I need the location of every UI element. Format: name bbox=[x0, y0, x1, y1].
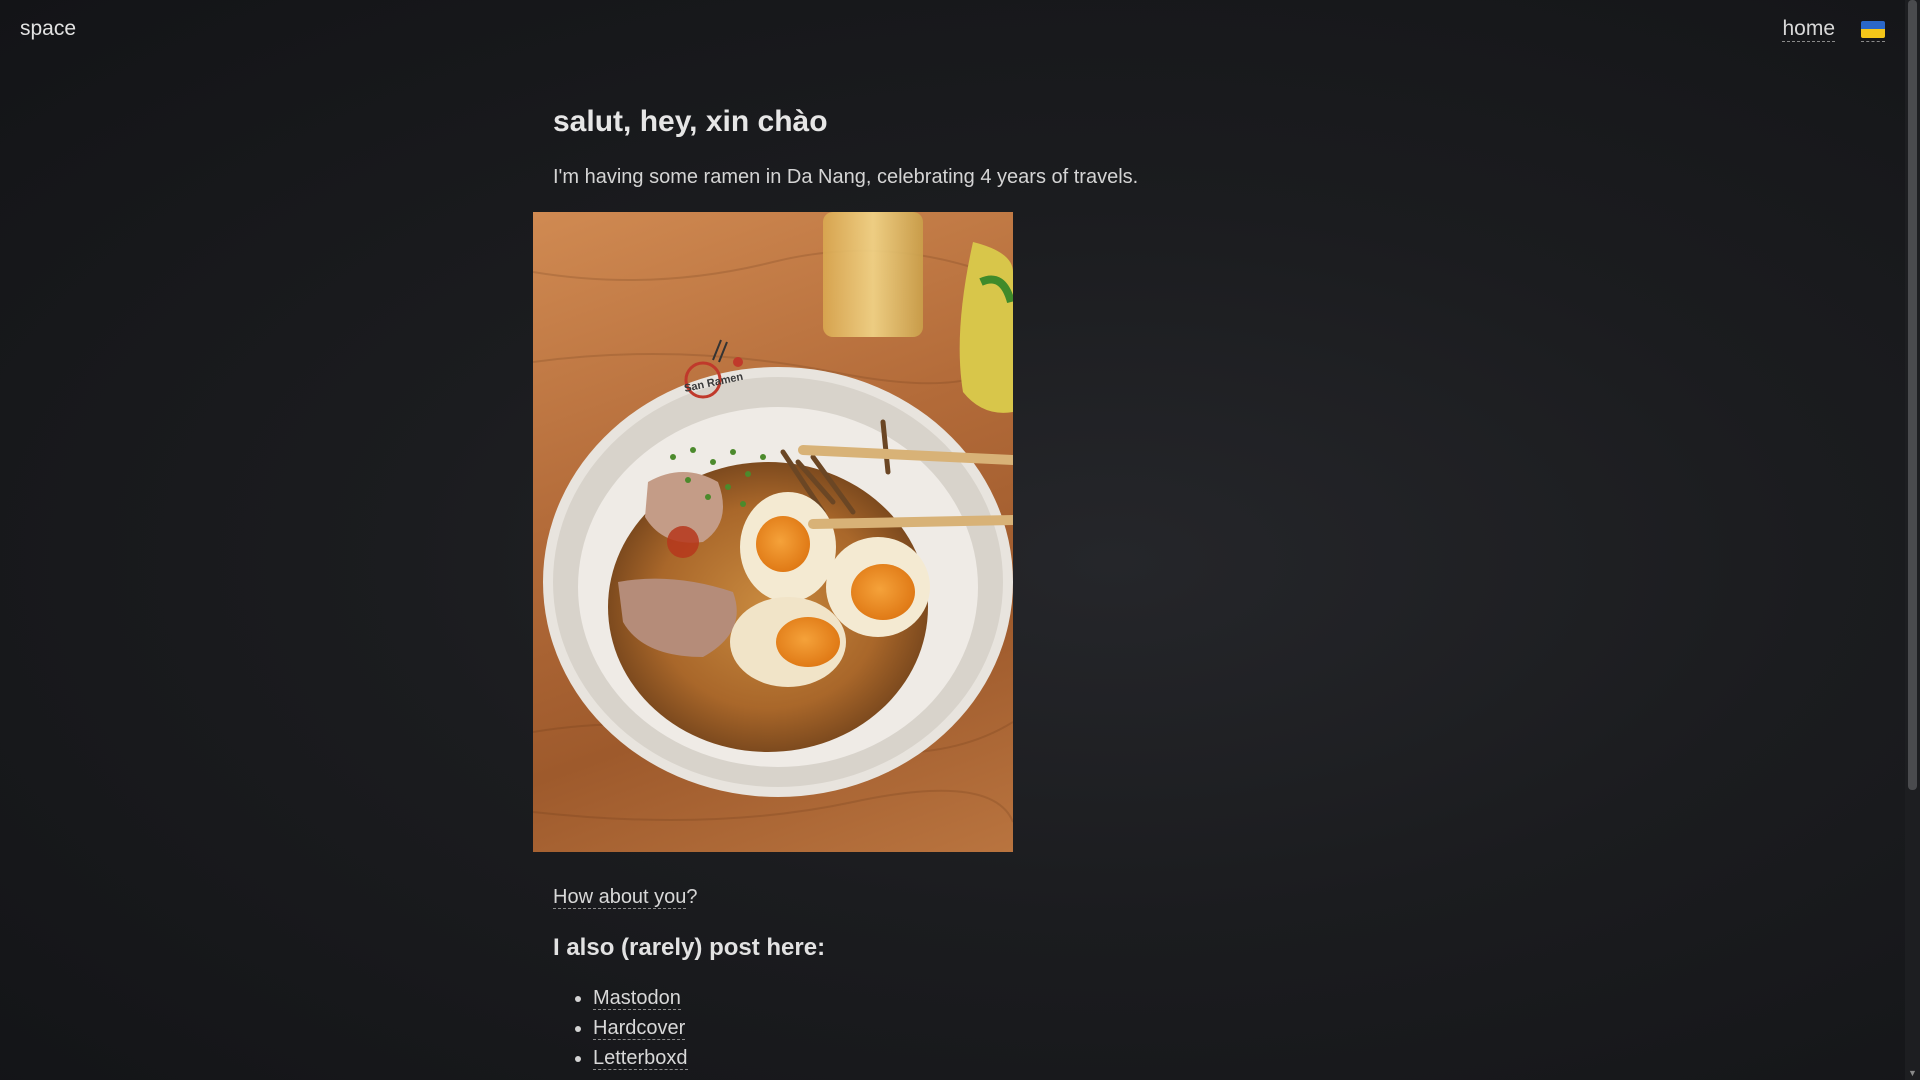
how-about-you-link[interactable]: How about you bbox=[553, 886, 687, 909]
ramen-photo: San Ramen bbox=[533, 212, 1013, 852]
ramen-photo-drawing: San Ramen bbox=[533, 212, 1013, 823]
page-title: salut, hey, xin chào bbox=[553, 105, 828, 138]
hardcover-link[interactable]: Hardcover bbox=[593, 1017, 686, 1040]
beer-glass bbox=[823, 212, 923, 337]
site-title[interactable]: space bbox=[20, 17, 76, 41]
intro-text: I'm having some ramen in Da Nang, celebr… bbox=[553, 166, 1139, 188]
main-content: salut, hey, xin chào I'm having some ram… bbox=[533, 100, 1373, 1073]
nav-home-link[interactable]: home bbox=[1782, 17, 1835, 42]
letterboxd-link[interactable]: Letterboxd bbox=[593, 1047, 688, 1070]
social-links-list: Mastodon Hardcover Letterboxd bbox=[553, 983, 1373, 1073]
question-mark: ? bbox=[686, 886, 698, 908]
top-bar: space home bbox=[0, 0, 1905, 60]
bottle bbox=[959, 242, 1013, 413]
list-item: Hardcover bbox=[593, 1013, 1373, 1043]
links-heading: I also (rarely) post here: bbox=[553, 934, 826, 961]
vertical-scrollbar[interactable]: ▼ bbox=[1905, 0, 1920, 1080]
list-item: Mastodon bbox=[593, 983, 1373, 1013]
scroll-down-arrow-icon[interactable]: ▼ bbox=[1908, 1068, 1917, 1078]
ukraine-flag-icon[interactable] bbox=[1861, 21, 1885, 42]
list-item: Letterboxd bbox=[593, 1043, 1373, 1073]
mastodon-link[interactable]: Mastodon bbox=[593, 987, 681, 1010]
question-line: How about you? bbox=[553, 883, 1373, 911]
scrollbar-thumb[interactable] bbox=[1908, 0, 1917, 790]
